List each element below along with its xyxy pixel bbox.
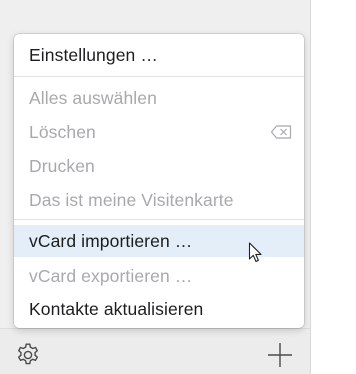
- right-pane: [310, 0, 356, 374]
- menu-item-label: Löschen: [29, 121, 96, 142]
- menu-item-label: Drucken: [29, 155, 95, 176]
- menu-item-label: Einstellungen …: [29, 44, 158, 65]
- menu-item-meine-visitenkarte[interactable]: Das ist meine Visitenkarte: [14, 184, 304, 216]
- menu-item-vcard-importieren[interactable]: vCard importieren …: [14, 225, 304, 257]
- gear-icon: [18, 343, 38, 365]
- add-contact-button[interactable]: [264, 340, 296, 370]
- menu-separator: [14, 219, 304, 220]
- delete-key-icon: [270, 125, 292, 139]
- menu-item-label: Alles auswählen: [29, 87, 157, 108]
- settings-gear-button[interactable]: [12, 340, 44, 370]
- menu-item-einstellungen[interactable]: Einstellungen …: [14, 39, 304, 71]
- context-menu: Einstellungen … Alles auswählen Löschen …: [14, 34, 304, 328]
- menu-item-vcard-exportieren[interactable]: vCard exportieren …: [14, 260, 304, 292]
- menu-item-kontakte-aktualisieren[interactable]: Kontakte aktualisieren: [14, 293, 304, 325]
- plus-icon: [268, 343, 292, 367]
- menu-item-label: vCard exportieren …: [29, 265, 193, 286]
- menu-item-label: Das ist meine Visitenkarte: [29, 189, 234, 210]
- menu-item-drucken[interactable]: Drucken: [14, 150, 304, 182]
- menu-item-label: vCard importieren …: [29, 230, 193, 251]
- menu-separator: [14, 76, 304, 77]
- menu-item-label: Kontakte aktualisieren: [29, 298, 204, 319]
- menu-item-alles-auswaehlen[interactable]: Alles auswählen: [14, 82, 304, 114]
- menu-item-loeschen[interactable]: Löschen: [14, 116, 304, 148]
